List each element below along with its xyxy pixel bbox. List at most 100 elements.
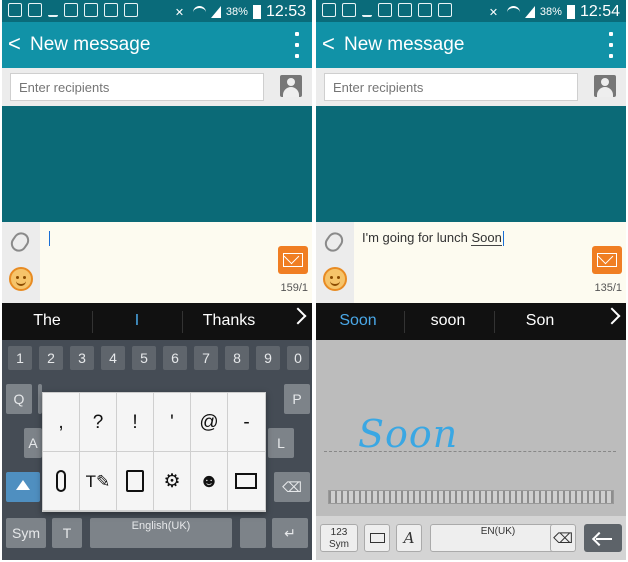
handwriting-key[interactable]: T [52, 518, 82, 548]
compose-area[interactable]: I'm going for lunch Soon 135/1 [316, 222, 626, 303]
character-counter: 159/1 [280, 282, 308, 294]
attach-icon[interactable] [321, 229, 347, 255]
key-3[interactable]: 3 [70, 346, 94, 370]
enter-icon: ↵ [284, 525, 296, 541]
period-key[interactable] [240, 518, 266, 548]
key-1[interactable]: 1 [8, 346, 32, 370]
wifi-icon [192, 5, 206, 19]
missed-call-icon [342, 3, 356, 17]
battery-percent: 38% [539, 6, 562, 18]
contacts-icon[interactable] [594, 75, 616, 97]
compose-area[interactable]: 159/1 [2, 222, 312, 303]
clock: 12:54 [579, 3, 620, 20]
backspace-key[interactable]: ⌫ [274, 472, 310, 502]
more-options-icon[interactable] [294, 32, 300, 58]
checklist-icon [104, 3, 118, 17]
recipients-input[interactable] [324, 73, 578, 101]
suggestion-3[interactable]: Son [512, 311, 568, 331]
key-7[interactable]: 7 [194, 346, 218, 370]
settings-icon: ⚙ [163, 471, 181, 492]
key-0[interactable]: 0 [287, 346, 309, 370]
message-thread-area [2, 106, 312, 222]
shift-icon [16, 480, 30, 490]
keyboard-mode-key[interactable] [364, 524, 390, 552]
popup-exclamation[interactable]: ! [117, 393, 154, 452]
message-text[interactable]: I'm going for lunch Soon [362, 230, 504, 247]
app-bar: < New message [316, 22, 626, 68]
suggestion-2[interactable]: soon [420, 311, 476, 331]
composing-word: Soon [471, 230, 502, 246]
phone-screen-left: ✕ 38% 12:53 < New message 159/1 The I Th… [2, 0, 312, 560]
popup-keyboard[interactable] [228, 452, 265, 511]
microphone-icon [56, 470, 66, 492]
key-p[interactable]: P [284, 384, 310, 414]
suggestion-2[interactable]: I [110, 311, 164, 331]
send-button[interactable] [592, 246, 622, 274]
send-button[interactable] [278, 246, 308, 274]
key-a[interactable]: A [24, 428, 42, 458]
key-6[interactable]: 6 [163, 346, 187, 370]
more-options-icon[interactable] [608, 32, 614, 58]
key-q[interactable]: Q [6, 384, 32, 414]
back-chevron-icon[interactable]: < [322, 32, 335, 56]
missed-call-icon [28, 3, 42, 17]
keyboard-icon [370, 533, 385, 543]
attach-icon[interactable] [7, 229, 33, 255]
space-key[interactable]: English(UK) [90, 518, 232, 548]
popup-clipboard[interactable] [117, 452, 154, 511]
popup-question[interactable]: ? [80, 393, 117, 452]
shift-key[interactable] [6, 472, 40, 502]
emoji-icon[interactable] [9, 267, 33, 291]
popup-settings[interactable]: ⚙ [154, 452, 191, 511]
key-2[interactable]: 2 [39, 346, 63, 370]
message-text[interactable] [48, 230, 50, 247]
suggestion-1[interactable]: Soon [330, 311, 386, 331]
key-4[interactable]: 4 [101, 346, 125, 370]
popup-handwriting[interactable]: T✎ [80, 452, 117, 511]
cloud-icon [398, 3, 412, 17]
back-chevron-icon[interactable]: < [8, 32, 21, 56]
key-l[interactable]: L [268, 428, 294, 458]
sym-key[interactable]: Sym [6, 518, 46, 548]
recipients-bar [2, 68, 312, 106]
signal-icon [524, 6, 535, 18]
checklist-icon [418, 3, 432, 17]
download-icon [362, 3, 372, 17]
backspace-key[interactable]: ⌫ [550, 524, 576, 552]
enter-key[interactable]: ↵ [272, 518, 308, 548]
battery-icon [566, 5, 575, 19]
key-9[interactable]: 9 [256, 346, 280, 370]
sym-key[interactable]: 123 Sym [320, 524, 358, 552]
popup-apostrophe[interactable]: ' [154, 393, 191, 452]
recipients-input[interactable] [10, 73, 264, 101]
emoji-icon[interactable] [323, 267, 347, 291]
popup-at[interactable]: @ [191, 393, 228, 452]
handwriting-icon: A [403, 529, 415, 547]
cloud-icon [84, 3, 98, 17]
key-8[interactable]: 8 [225, 346, 249, 370]
image-icon [64, 3, 78, 17]
popup-comma[interactable]: , [43, 393, 80, 452]
contacts-icon[interactable] [280, 75, 302, 97]
suggestion-bar: The I Thanks [2, 303, 312, 340]
clipboard-icon [126, 470, 144, 492]
enter-key[interactable] [584, 524, 622, 552]
bag-icon [124, 3, 138, 17]
popup-microphone[interactable] [43, 452, 80, 511]
handwriting-scroll-bar[interactable] [328, 490, 614, 504]
handwriting-baseline [324, 451, 616, 452]
keyboard-icon [235, 473, 257, 489]
space-key[interactable]: EN(UK) [430, 524, 566, 552]
key-5[interactable]: 5 [132, 346, 156, 370]
popup-dash[interactable]: - [228, 393, 265, 452]
image-icon [378, 3, 392, 17]
chevron-right-icon[interactable] [289, 307, 307, 325]
handwriting-mode-key[interactable]: A [396, 524, 422, 552]
chevron-right-icon[interactable] [603, 307, 621, 325]
popup-emoji[interactable]: ☻ [191, 452, 228, 511]
suggestion-3[interactable]: Thanks [192, 311, 266, 331]
suggestion-1[interactable]: The [20, 311, 74, 331]
download-icon [48, 3, 58, 17]
handwriting-canvas[interactable]: Soon [316, 340, 626, 516]
bag-icon [438, 3, 452, 17]
